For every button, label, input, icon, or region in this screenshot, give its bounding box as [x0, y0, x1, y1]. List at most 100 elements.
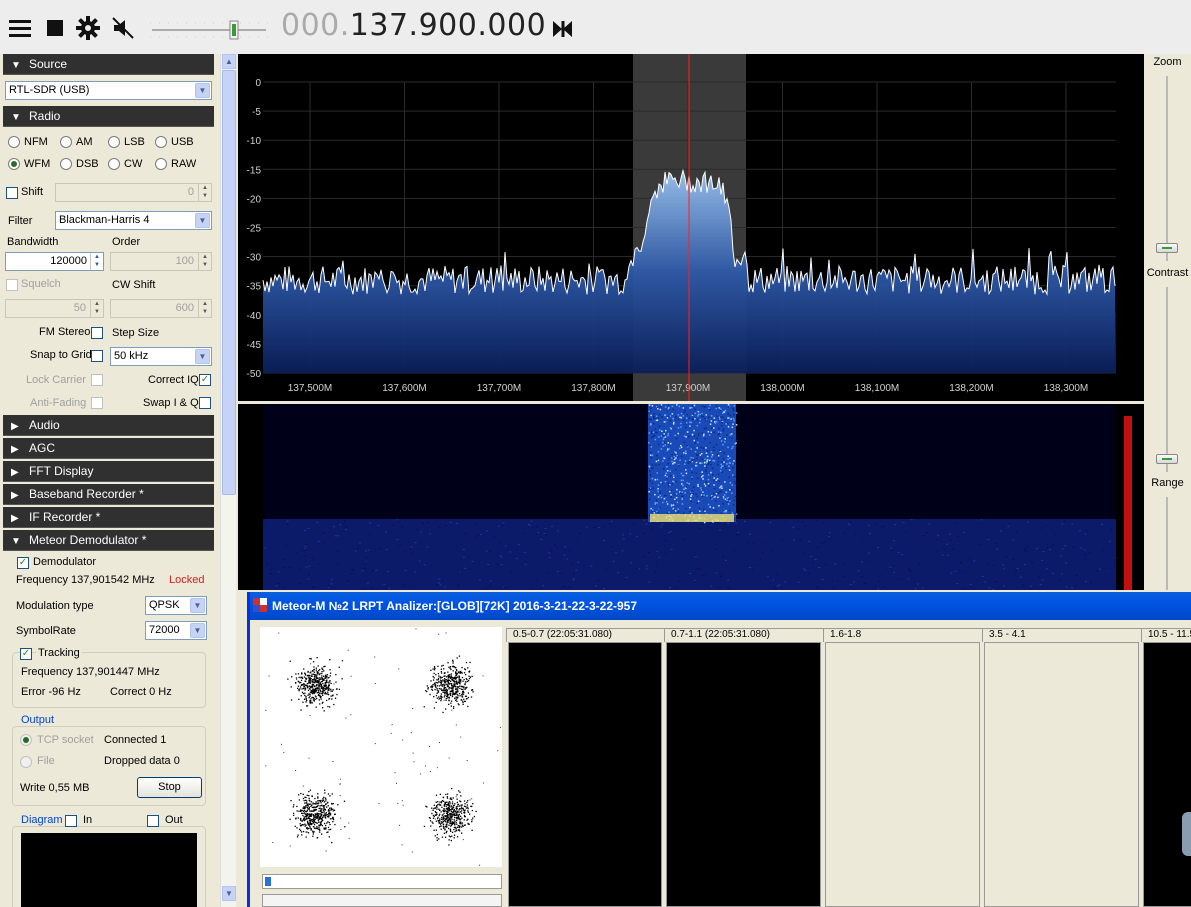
diagram-out-checkbox[interactable]	[147, 815, 159, 827]
waterfall-display[interactable]	[238, 404, 1144, 591]
waterfall-noise	[769, 522, 772, 524]
waterfall-noise	[843, 532, 846, 534]
snap-checkbox[interactable]	[91, 350, 103, 362]
lockcarrier-checkbox[interactable]	[91, 374, 103, 386]
constellation-point	[456, 836, 459, 838]
section-agc[interactable]: ▶ AGC	[3, 438, 214, 459]
constellation-point	[312, 661, 315, 663]
correctiq-checkbox[interactable]: ✓	[199, 374, 211, 386]
waterfall-noise	[629, 533, 632, 535]
squelch-input[interactable]: 50 ▲ ▼	[5, 299, 104, 318]
tracking-checkbox[interactable]: ✓	[20, 648, 32, 660]
gear-icon[interactable]	[75, 14, 101, 42]
shift-checkbox[interactable]	[6, 187, 18, 199]
mode-radio-nfm[interactable]	[8, 136, 20, 148]
mode-radio-cw[interactable]	[108, 158, 120, 170]
waterfall-noise	[808, 540, 811, 542]
constellation-point	[307, 822, 309, 824]
mode-radio-wfm[interactable]	[8, 158, 20, 170]
spectrum-display[interactable]: 0 -5 -10 -15 -20 -25 -30 -35 -40 -45 -50 137,500M 13…	[238, 54, 1144, 401]
bandwidth-input[interactable]: 120000 ▲ ▼	[5, 252, 104, 271]
mode-radio-am[interactable]	[60, 136, 72, 148]
scroll-up-icon[interactable]: ▲	[222, 54, 236, 69]
demodulator-checkbox[interactable]: ✓	[17, 557, 29, 569]
panel-scrollbar[interactable]: ▲ ▼	[220, 54, 236, 907]
mode-radio-raw[interactable]	[155, 158, 167, 170]
constellation-point	[471, 821, 473, 823]
analyzer-scrollbar[interactable]	[262, 894, 502, 907]
waterfall-signal-dot	[683, 512, 685, 514]
constellation-point	[445, 823, 447, 825]
section-audio[interactable]: ▶ Audio	[3, 415, 214, 436]
section-fft-display[interactable]: ▶ FFT Display	[3, 461, 214, 482]
section-meteor-demodulator[interactable]: ▼ Meteor Demodulator *	[3, 530, 214, 551]
waterfall-signal-dot	[711, 467, 714, 470]
waterfall-noise	[823, 541, 826, 543]
constellation-point	[327, 694, 330, 696]
constellation-point	[325, 675, 328, 678]
order-label: Order	[112, 236, 141, 248]
section-source[interactable]: ▼ Source	[3, 54, 214, 75]
stop-button[interactable]: Stop	[137, 777, 202, 798]
symbolrate-select[interactable]: 72000 ▼	[145, 621, 207, 640]
mode-radio-lsb[interactable]	[108, 136, 120, 148]
constellation-point	[300, 709, 302, 711]
constellation-point	[331, 690, 333, 692]
waterfall-signal-dot	[664, 414, 667, 416]
order-input[interactable]: 100 ▲ ▼	[110, 252, 212, 271]
cwshift-input[interactable]: 600 ▲ ▼	[110, 299, 212, 318]
waterfall-noise	[737, 531, 740, 533]
analyzer-title-bar[interactable]: Meteor-M №2 LRPT Analizer:[GLOB][72K] 20…	[250, 592, 1191, 620]
channel-panel: 3.5 - 4.1	[982, 628, 1141, 907]
waterfall-signal-dot	[735, 412, 738, 414]
constellation-point	[304, 692, 306, 694]
frequency-reset-icon[interactable]	[552, 18, 574, 40]
display-controls: Zoom Contrast Range	[1144, 54, 1191, 590]
modulation-select[interactable]: QPSK ▼	[145, 596, 207, 615]
frequency-leading-digits[interactable]: 000.	[281, 8, 350, 43]
waterfall-signal-dot	[651, 463, 654, 466]
scroll-down-icon[interactable]: ▼	[222, 886, 236, 901]
section-if-recorder[interactable]: ▶ IF Recorder *	[3, 507, 214, 528]
mute-icon[interactable]	[110, 14, 136, 42]
frequency-digits[interactable]: 137.900.000	[350, 8, 546, 43]
squelch-checkbox[interactable]	[6, 279, 18, 291]
menu-icon[interactable]	[7, 14, 33, 42]
swapiq-checkbox[interactable]	[199, 397, 211, 409]
stop-icon[interactable]	[42, 14, 68, 42]
waterfall-noise	[548, 557, 551, 559]
stepsize-select[interactable]: 50 kHz ▼	[110, 347, 212, 366]
waterfall-noise	[669, 530, 672, 532]
mode-radio-usb[interactable]	[155, 136, 167, 148]
waterfall-signal-dot	[667, 482, 669, 485]
frequency-display[interactable]: 000.137.900.000	[281, 8, 546, 43]
waterfall-signal-dot	[669, 415, 672, 417]
antifading-checkbox[interactable]	[91, 397, 103, 409]
waterfall-signal-dot	[699, 413, 701, 416]
section-radio[interactable]: ▼ Radio	[3, 106, 214, 127]
diagram-in-checkbox[interactable]	[65, 815, 77, 827]
mode-radio-dsb[interactable]	[60, 158, 72, 170]
tcp-socket-radio[interactable]	[20, 734, 32, 746]
section-baseband-recorder[interactable]: ▶ Baseband Recorder *	[3, 484, 214, 505]
lrpt-analyzer-window[interactable]: Meteor-M №2 LRPT Analizer:[GLOB][72K] 20…	[247, 592, 1191, 907]
contrast-slider[interactable]	[1156, 454, 1178, 464]
waterfall-signal-dot	[668, 457, 670, 460]
fmstereo-checkbox[interactable]	[91, 327, 103, 339]
waterfall-signal-dot	[700, 487, 702, 489]
waterfall-signal-dot	[696, 477, 699, 479]
filter-select[interactable]: Blackman-Harris 4 ▼	[55, 211, 212, 230]
constellation-point	[401, 844, 403, 846]
constellation-point	[447, 821, 449, 823]
zoom-slider[interactable]	[1156, 243, 1178, 253]
constellation-point	[439, 809, 441, 811]
waterfall-noise	[670, 548, 673, 550]
side-tab[interactable]	[1182, 812, 1191, 856]
waterfall-signal-dot	[719, 486, 721, 489]
source-device-select[interactable]: RTL-SDR (USB) ▼	[5, 81, 212, 100]
gain-slider[interactable]	[150, 20, 268, 40]
shift-input[interactable]: 0 ▲ ▼	[55, 183, 212, 202]
scrollbar-thumb[interactable]	[222, 70, 236, 495]
file-radio[interactable]	[20, 756, 32, 768]
constellation-point	[312, 810, 314, 812]
